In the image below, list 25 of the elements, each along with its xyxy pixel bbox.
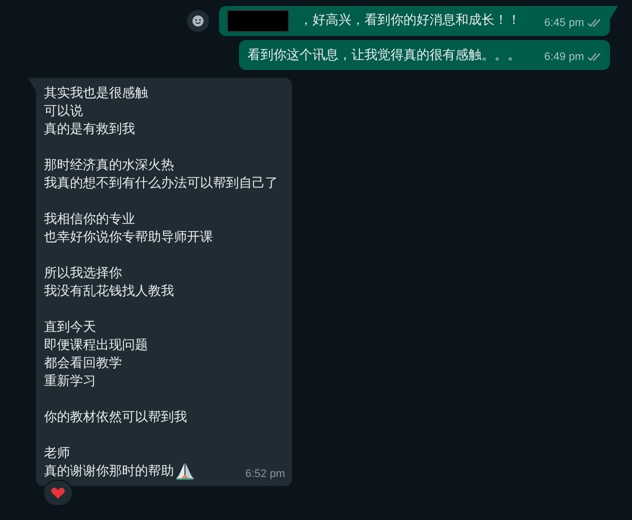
message-line: 我相信你的专业 [44, 210, 136, 228]
message-line: 即便课程出现问题 [44, 336, 149, 354]
message-line: 重新学习 [44, 372, 97, 390]
reaction-badge[interactable] [43, 480, 73, 506]
message-text: 看到你这个讯息，让我觉得真的很有感触。。。 [247, 46, 520, 64]
message-line: 其实我也是很感触 [44, 84, 149, 102]
message-line: 所以我选择你 [44, 264, 123, 282]
heart-icon [50, 485, 66, 501]
message-line: 那时经济真的水深火热 [44, 156, 175, 174]
message-text: ，好高兴，看到你的好消息和成长！！ [299, 11, 520, 29]
message-line: 也幸好你说你专帮助导师开课 [44, 228, 214, 246]
emoji-icon[interactable] [187, 10, 210, 32]
message-line: 我真的想不到有什么办法可以帮到自己了 [44, 174, 279, 192]
message-time: 6:49 pm [544, 50, 584, 64]
message-line: 我没有乱花钱找人教我 [44, 282, 175, 300]
message-line: 你的教材依然可以帮到我 [44, 408, 188, 426]
message-time: 6:45 pm [544, 16, 584, 30]
message-line: 老师 [44, 444, 71, 462]
praying-hands-icon [175, 462, 195, 480]
message-line: 直到今天 [44, 318, 97, 336]
message-line: 真的是有救到我 [44, 120, 136, 138]
message-time: 6:52 pm [245, 466, 285, 482]
message-line: 可以说 [44, 102, 84, 120]
message-line: 真的谢谢你那时的帮助 [44, 462, 174, 480]
message-line: 都会看回教学 [44, 354, 123, 372]
